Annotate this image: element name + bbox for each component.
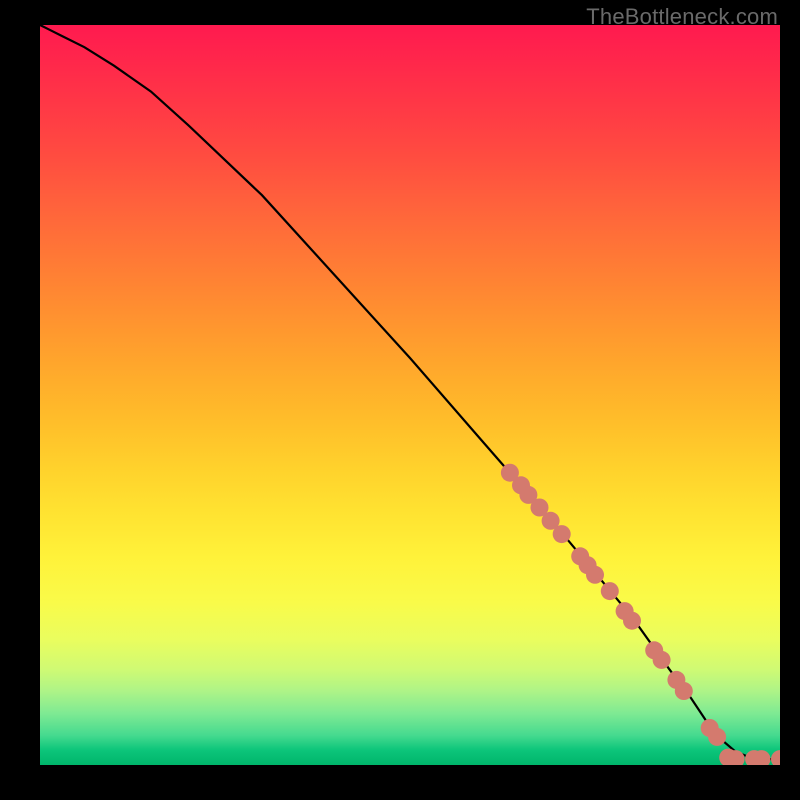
curve-marker <box>601 582 619 600</box>
watermark-label: TheBottleneck.com <box>586 4 778 30</box>
curve-marker <box>586 566 604 584</box>
curve-marker <box>653 651 671 669</box>
curve-marker <box>623 612 641 630</box>
curve-marker <box>708 728 726 746</box>
curve-marker <box>553 525 571 543</box>
plot-area <box>40 25 780 765</box>
curve-marker <box>771 750 780 765</box>
bottleneck-curve <box>40 25 780 759</box>
chart-frame: TheBottleneck.com <box>0 0 800 800</box>
curve-marker <box>675 682 693 700</box>
chart-svg <box>40 25 780 765</box>
marker-group <box>501 464 780 765</box>
